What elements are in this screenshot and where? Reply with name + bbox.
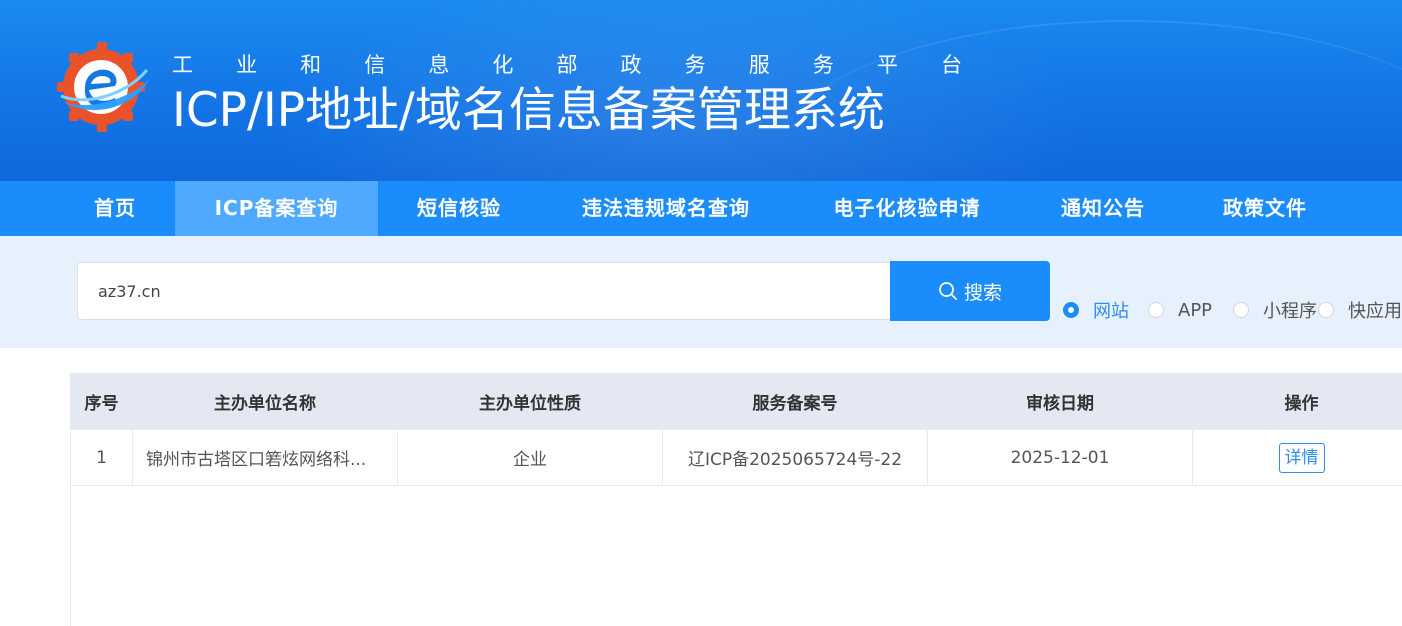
results-table: 序号 主办单位名称 主办单位性质 服务备案号 审核日期 操作 1 锦州市古塔区口…: [70, 373, 1402, 486]
subtitle-char: 信: [364, 53, 386, 77]
radio-type-app[interactable]: APP: [1148, 299, 1213, 321]
search-band: 搜索 网站 APP 小程序 快应用: [0, 236, 1402, 348]
radio-dot: [1233, 302, 1249, 318]
nav-item-home[interactable]: 首页: [55, 181, 175, 236]
nav-item-sms-verify[interactable]: 短信核验: [378, 181, 540, 236]
radio-type-website[interactable]: 网站: [1063, 300, 1129, 322]
column-header-action: 操作: [1192, 373, 1402, 430]
cell-index: 1: [70, 429, 133, 486]
table-empty-area: [70, 485, 1402, 626]
radio-type-miniprogram[interactable]: 小程序: [1233, 300, 1317, 322]
search-icon: [939, 282, 957, 300]
subtitle-char: 业: [236, 53, 258, 77]
column-header-org-type: 主办单位性质: [397, 373, 663, 430]
subtitle-char: 化: [492, 53, 514, 77]
search-button[interactable]: 搜索: [890, 261, 1050, 321]
search-button-label: 搜索: [963, 281, 1002, 304]
nav-item-electronic-verify[interactable]: 电子化核验申请: [792, 181, 1022, 236]
subtitle-char: 部: [556, 53, 578, 77]
radio-type-quickapp[interactable]: 快应用: [1318, 300, 1402, 322]
header-subtitle: 工 业 和 信 息 化 部 政 务 服 务 平 台: [172, 50, 962, 78]
nav-item-icp-query[interactable]: ICP备案查询: [175, 181, 378, 236]
table-header-row: 序号 主办单位名称 主办单位性质 服务备案号 审核日期 操作: [70, 373, 1402, 430]
radio-dot: [1318, 302, 1334, 318]
column-header-org-name: 主办单位名称: [132, 373, 398, 430]
table-row: 1 锦州市古塔区口箬炫网络科... 企业 辽ICP备2025065724号-22…: [70, 429, 1402, 486]
nav-item-policy-docs[interactable]: 政策文件: [1184, 181, 1346, 236]
column-header-index: 序号: [70, 373, 133, 430]
cell-org-name: 锦州市古塔区口箬炫网络科...: [132, 429, 398, 486]
radio-label: 小程序: [1263, 301, 1317, 322]
cell-date: 2025-12-01: [927, 429, 1193, 486]
cell-action: 详情: [1192, 429, 1402, 486]
cell-org-type: 企业: [397, 429, 663, 486]
nav-item-illegal-domain-query[interactable]: 违法违规域名查询: [540, 181, 792, 236]
detail-button[interactable]: 详情: [1278, 442, 1325, 473]
site-header: 工 业 和 信 息 化 部 政 务 服 务 平 台 ICP/IP地址/域名信息备…: [0, 0, 1402, 181]
subtitle-char: 政: [620, 53, 642, 77]
radio-label: APP: [1178, 299, 1213, 321]
subtitle-char: 平: [876, 53, 898, 77]
subtitle-char: 台: [940, 53, 962, 77]
nav-item-notices[interactable]: 通知公告: [1022, 181, 1184, 236]
column-header-date: 审核日期: [927, 373, 1193, 430]
subtitle-char: 务: [812, 53, 834, 77]
subtitle-char: 和: [300, 53, 322, 77]
radio-dot: [1148, 302, 1164, 318]
search-input[interactable]: [77, 262, 891, 320]
page-title: ICP/IP地址/域名信息备案管理系统: [172, 83, 885, 138]
column-header-record-no: 服务备案号: [662, 373, 928, 430]
subtitle-char: 息: [428, 53, 450, 77]
subtitle-char: 服: [748, 53, 770, 77]
radio-label: 网站: [1093, 301, 1129, 322]
miit-logo-icon: [57, 42, 149, 132]
radio-dot: [1063, 302, 1079, 318]
main-nav: 首页 ICP备案查询 短信核验 违法违规域名查询 电子化核验申请 通知公告 政策…: [0, 181, 1402, 236]
cell-record-no: 辽ICP备2025065724号-22: [662, 429, 928, 486]
subtitle-char: 工: [172, 53, 193, 77]
subtitle-char: 务: [684, 53, 706, 77]
radio-label: 快应用: [1348, 301, 1402, 322]
